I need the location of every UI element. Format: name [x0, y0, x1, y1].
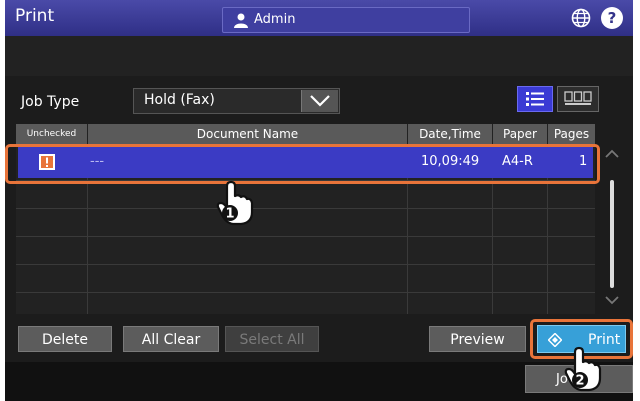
chevron-down-icon	[310, 95, 330, 107]
job-type-value: Hold (Fax)	[144, 92, 215, 108]
tap-gesture-step-2-icon: 2	[564, 346, 602, 392]
row-divider	[16, 292, 595, 293]
scrollbar[interactable]	[599, 140, 625, 316]
step-1-number: 1	[225, 207, 234, 222]
chevron-down-icon[interactable]	[604, 292, 620, 308]
row-divider	[16, 236, 595, 237]
row-highlight-outline	[5, 144, 600, 184]
print-screen: Print Admin ? Job Type Hold (Fax) Unchec…	[5, 0, 633, 401]
thumbnail-view-icon	[564, 91, 592, 105]
all-clear-button[interactable]: All Clear	[123, 326, 219, 352]
thumbnail-view-button[interactable]	[557, 86, 599, 112]
row-divider	[16, 208, 595, 209]
column-header-pages[interactable]: Pages	[548, 124, 595, 144]
header-band	[5, 36, 633, 76]
column-header-paper[interactable]: Paper	[493, 124, 547, 144]
help-button[interactable]: ?	[601, 7, 623, 29]
row-divider	[16, 264, 595, 265]
job-type-label: Job Type	[21, 94, 80, 110]
scroll-thumb[interactable]	[610, 180, 614, 288]
column-header-date-time[interactable]: Date,Time	[408, 124, 492, 144]
job-type-select[interactable]: Hold (Fax)	[133, 88, 340, 114]
print-diamond-icon	[548, 333, 562, 347]
dropdown-button[interactable]	[301, 90, 338, 112]
user-icon	[234, 13, 248, 28]
preview-button[interactable]: Preview	[429, 326, 526, 352]
list-view-icon	[526, 92, 544, 106]
user-name: Admin	[254, 12, 296, 27]
column-header-document-name[interactable]: Document Name	[88, 124, 407, 144]
title-bar: Print Admin ?	[5, 0, 633, 36]
step-2-number: 2	[575, 374, 584, 389]
select-all-button[interactable]: Select All	[225, 326, 319, 352]
column-header-unchecked[interactable]: Unchecked	[16, 124, 87, 144]
user-box[interactable]: Admin	[222, 7, 470, 33]
page-title: Print	[15, 6, 55, 26]
chevron-up-icon[interactable]	[604, 146, 620, 162]
globe-icon[interactable]	[571, 8, 591, 28]
delete-button[interactable]: Delete	[18, 326, 112, 352]
tap-gesture-step-1-icon: 1	[216, 180, 254, 226]
list-view-button[interactable]	[517, 86, 553, 112]
